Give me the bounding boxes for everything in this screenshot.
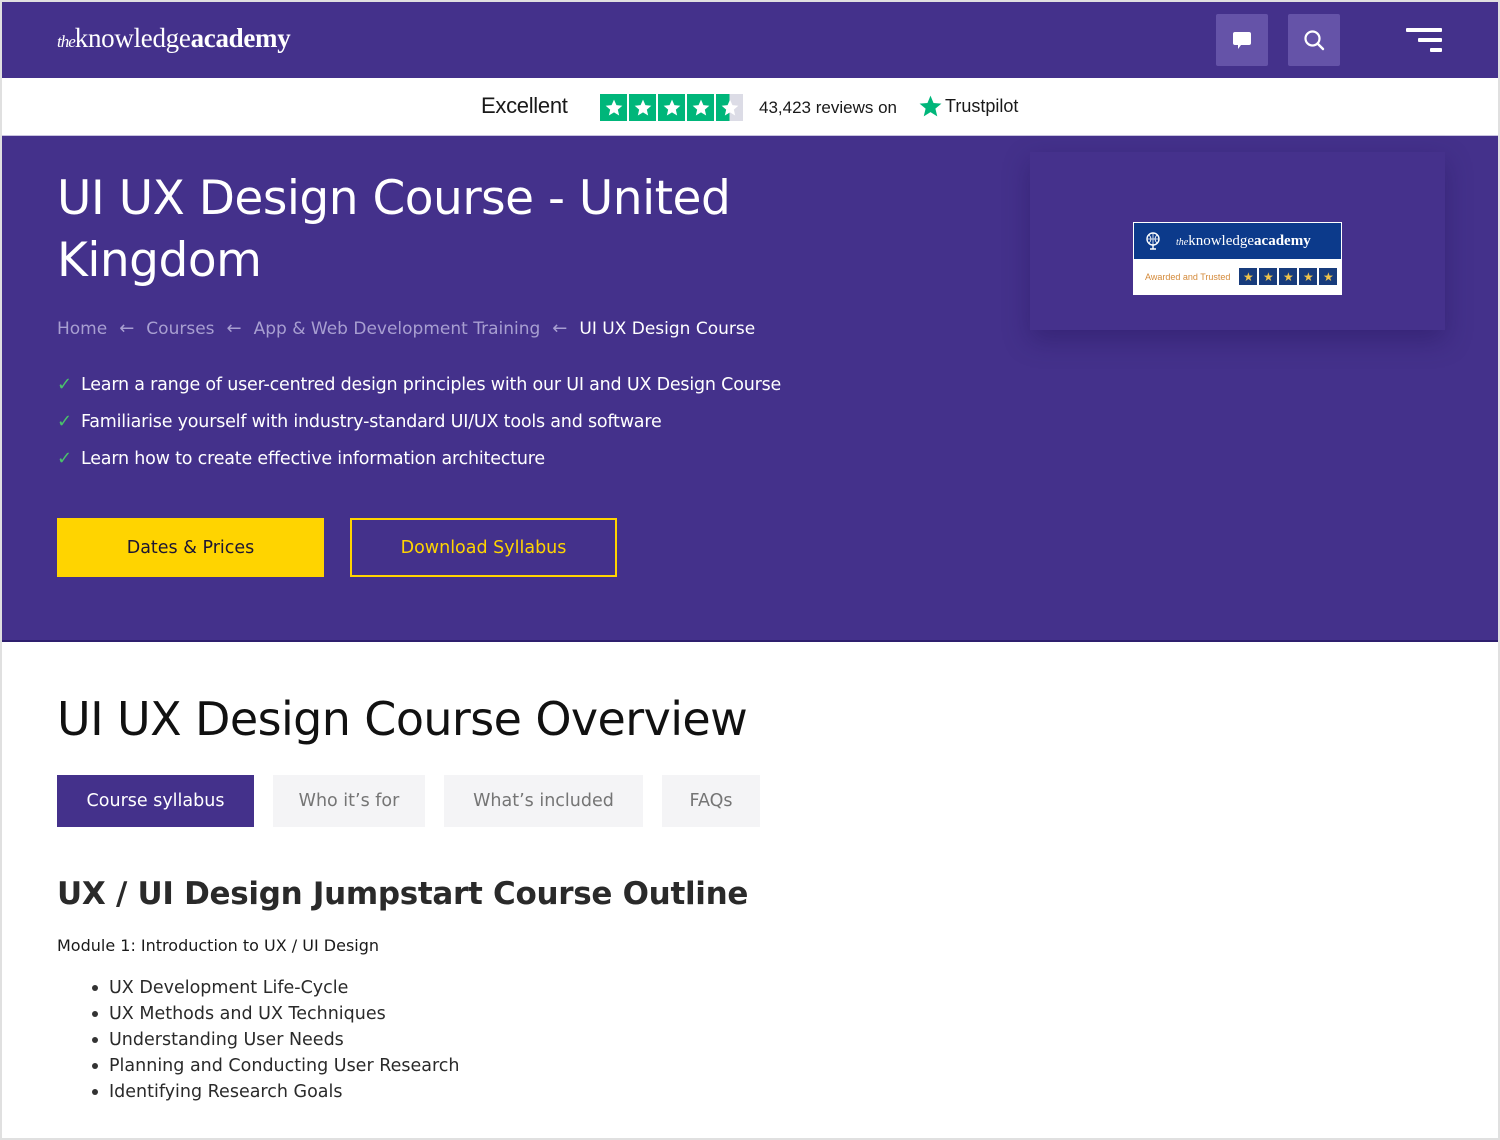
bullet-icon bbox=[92, 1037, 98, 1043]
star-icon bbox=[629, 94, 656, 121]
breadcrumb-home[interactable]: Home bbox=[57, 319, 107, 339]
list-item: Understanding User Needs bbox=[92, 1027, 459, 1053]
search-icon bbox=[1304, 30, 1325, 51]
list-item: Identifying Research Goals bbox=[92, 1079, 459, 1105]
star-icon: ★ bbox=[1279, 268, 1298, 285]
star-icon bbox=[600, 94, 627, 121]
feature-item: ✓ Learn how to create effective informat… bbox=[57, 440, 781, 477]
logo-academy: academy bbox=[190, 23, 291, 53]
module-title: Module 1: Introduction to UX / UI Design bbox=[57, 936, 380, 955]
search-button[interactable] bbox=[1288, 14, 1340, 66]
feature-text: Learn how to create effective informatio… bbox=[81, 448, 545, 469]
trustpilot-bar: Excellent 43,423 reviews on Trustpilot bbox=[2, 78, 1498, 136]
tab-whats-included[interactable]: What’s included bbox=[444, 775, 643, 827]
arrow-left-icon: ← bbox=[552, 318, 568, 339]
overview-title: UI UX Design Course Overview bbox=[57, 692, 748, 746]
site-logo[interactable]: theknowledgeacademy bbox=[57, 20, 291, 60]
star-icon bbox=[687, 94, 714, 121]
star-icon bbox=[658, 94, 685, 121]
list-item-text: Identifying Research Goals bbox=[109, 1082, 343, 1102]
feature-item: ✓ Learn a range of user-centred design p… bbox=[57, 366, 781, 403]
list-item: UX Methods and UX Techniques bbox=[92, 1001, 459, 1027]
star-icon: ★ bbox=[1299, 268, 1318, 285]
menu-button[interactable] bbox=[1402, 26, 1442, 56]
bullet-icon bbox=[92, 1063, 98, 1069]
badge-footer: Awarded and Trusted ★ ★ ★ ★ ★ bbox=[1134, 259, 1341, 294]
download-syllabus-button[interactable]: Download Syllabus bbox=[350, 518, 617, 577]
list-item: UX Development Life-Cycle bbox=[92, 975, 459, 1001]
logo-knowledge: knowledge bbox=[74, 23, 191, 53]
bullet-icon bbox=[92, 985, 98, 991]
dates-prices-button[interactable]: Dates & Prices bbox=[57, 518, 324, 577]
badge-logo: theknowledgeacademy bbox=[1176, 232, 1311, 249]
trustpilot-star-icon bbox=[919, 95, 942, 117]
list-item-text: UX Methods and UX Techniques bbox=[109, 1004, 386, 1024]
check-icon: ✓ bbox=[57, 411, 72, 432]
chat-icon bbox=[1233, 32, 1251, 49]
badge-header: theknowledgeacademy bbox=[1134, 223, 1341, 259]
tab-who-its-for[interactable]: Who it’s for bbox=[273, 775, 425, 827]
check-icon: ✓ bbox=[57, 374, 72, 395]
list-item-text: Planning and Conducting User Research bbox=[109, 1056, 460, 1076]
tab-faqs[interactable]: FAQs bbox=[662, 775, 760, 827]
page: theknowledgeacademy Excellent 43,423 rev… bbox=[2, 2, 1498, 1138]
tab-course-syllabus[interactable]: Course syllabus bbox=[57, 775, 254, 827]
star-icon: ★ bbox=[1259, 268, 1278, 285]
module-topic-list: UX Development Life-Cycle UX Methods and… bbox=[92, 975, 459, 1105]
hero-section: UI UX Design Course - United Kingdom the… bbox=[2, 136, 1498, 642]
menu-icon-bar bbox=[1430, 48, 1442, 52]
bullet-icon bbox=[92, 1011, 98, 1017]
breadcrumb-category[interactable]: App & Web Development Training bbox=[254, 319, 541, 339]
half-star-icon bbox=[716, 94, 743, 121]
globe-icon bbox=[1146, 232, 1160, 250]
list-item: Planning and Conducting User Research bbox=[92, 1053, 459, 1079]
star-icon: ★ bbox=[1239, 268, 1258, 285]
feature-list: ✓ Learn a range of user-centred design p… bbox=[57, 366, 781, 477]
list-item-text: Understanding User Needs bbox=[109, 1030, 344, 1050]
page-title: UI UX Design Course - United Kingdom bbox=[57, 171, 731, 288]
outline-title: UX / UI Design Jumpstart Course Outline bbox=[57, 876, 749, 912]
breadcrumb-current: UI UX Design Course bbox=[579, 318, 756, 339]
feature-text: Learn a range of user-centred design pri… bbox=[81, 374, 782, 395]
breadcrumb-courses[interactable]: Courses bbox=[146, 319, 214, 339]
award-badge: theknowledgeacademy Awarded and Trusted … bbox=[1133, 222, 1342, 295]
trustpilot-brand: Trustpilot bbox=[945, 96, 1019, 116]
trustpilot-link[interactable]: Trustpilot bbox=[918, 94, 1018, 119]
feature-item: ✓ Familiarise yourself with industry-sta… bbox=[57, 403, 781, 440]
arrow-left-icon: ← bbox=[226, 318, 242, 339]
trust-rating-label: Excellent bbox=[481, 93, 568, 118]
bullet-icon bbox=[92, 1089, 98, 1095]
logo-the: the bbox=[57, 32, 76, 51]
chat-button[interactable] bbox=[1216, 14, 1268, 66]
menu-icon bbox=[1406, 28, 1442, 32]
badge-stars: ★ ★ ★ ★ ★ bbox=[1239, 268, 1338, 285]
trustpilot-stars bbox=[600, 94, 743, 121]
star-icon: ★ bbox=[1319, 268, 1338, 285]
arrow-left-icon: ← bbox=[119, 318, 135, 339]
trust-reviews-count: 43,423 reviews on bbox=[759, 98, 897, 117]
list-item-text: UX Development Life-Cycle bbox=[109, 978, 349, 998]
breadcrumb: Home ← Courses ← App & Web Development T… bbox=[57, 318, 755, 339]
feature-text: Familiarise yourself with industry-stand… bbox=[81, 411, 662, 432]
menu-icon-bar bbox=[1418, 38, 1442, 42]
top-navbar: theknowledgeacademy bbox=[2, 2, 1498, 78]
badge-tagline: Awarded and Trusted bbox=[1145, 271, 1231, 282]
check-icon: ✓ bbox=[57, 448, 72, 469]
award-badge-card: theknowledgeacademy Awarded and Trusted … bbox=[1030, 152, 1445, 330]
overview-tabs: Course syllabus Who it’s for What’s incl… bbox=[57, 775, 760, 827]
